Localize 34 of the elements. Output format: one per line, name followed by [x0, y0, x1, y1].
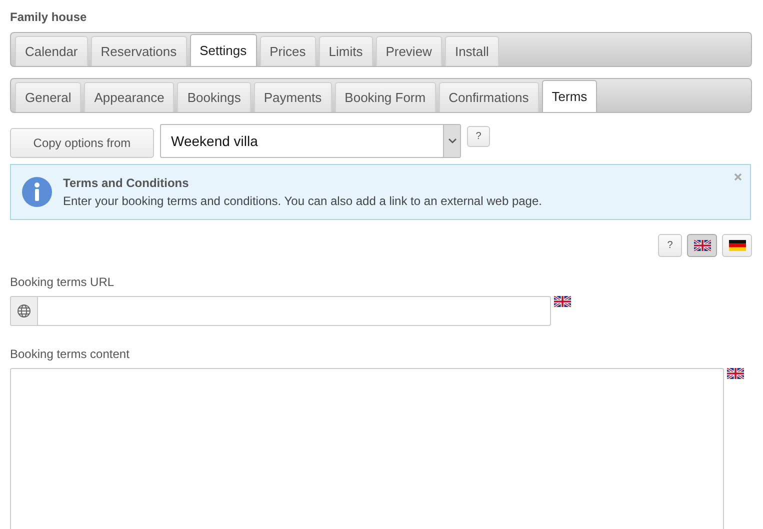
close-icon[interactable] — [734, 173, 742, 181]
chevron-down-icon — [448, 138, 456, 144]
copy-source-dropdown[interactable]: Weekend villa — [160, 124, 461, 158]
language-button[interactable] — [722, 234, 752, 257]
page-title: Family house — [10, 9, 88, 24]
uk-flag-icon — [727, 368, 744, 379]
info-icon — [21, 176, 53, 208]
language-button[interactable] — [687, 234, 717, 257]
tab[interactable]: Calendar — [15, 36, 88, 66]
field-label: Booking terms content — [10, 346, 130, 363]
tab[interactable]: Preview — [376, 36, 442, 66]
tab[interactable]: Confirmations — [438, 82, 539, 112]
help-button[interactable]: ? — [467, 126, 490, 147]
tab[interactable]: Terms — [542, 80, 598, 112]
url-input-field[interactable] — [10, 296, 551, 326]
uk-flag-icon — [554, 296, 571, 307]
tab[interactable]: Install — [444, 36, 499, 66]
info-text: Enter your booking terms and conditions. You can also add a link to an external web page. — [63, 193, 542, 210]
tab[interactable]: Limits — [318, 36, 373, 66]
copy-options-button[interactable]: Copy options from — [10, 128, 154, 158]
german-flag-icon — [728, 240, 746, 251]
tab[interactable]: General — [15, 82, 82, 112]
globe-icon — [17, 304, 31, 318]
tab[interactable]: Settings — [190, 34, 257, 66]
tab[interactable]: Reservations — [90, 36, 187, 66]
tab[interactable]: Appearance — [84, 82, 174, 112]
tab[interactable]: Payments — [254, 82, 332, 112]
uk-flag-icon — [694, 240, 710, 251]
tab[interactable]: Prices — [260, 36, 316, 66]
tab[interactable]: Bookings — [177, 82, 251, 112]
info-title: Terms and Conditions — [63, 175, 190, 192]
language-help-button[interactable]: ? — [658, 234, 682, 257]
tab[interactable]: Booking Form — [334, 82, 436, 112]
field-label: Booking terms URL — [10, 274, 116, 291]
